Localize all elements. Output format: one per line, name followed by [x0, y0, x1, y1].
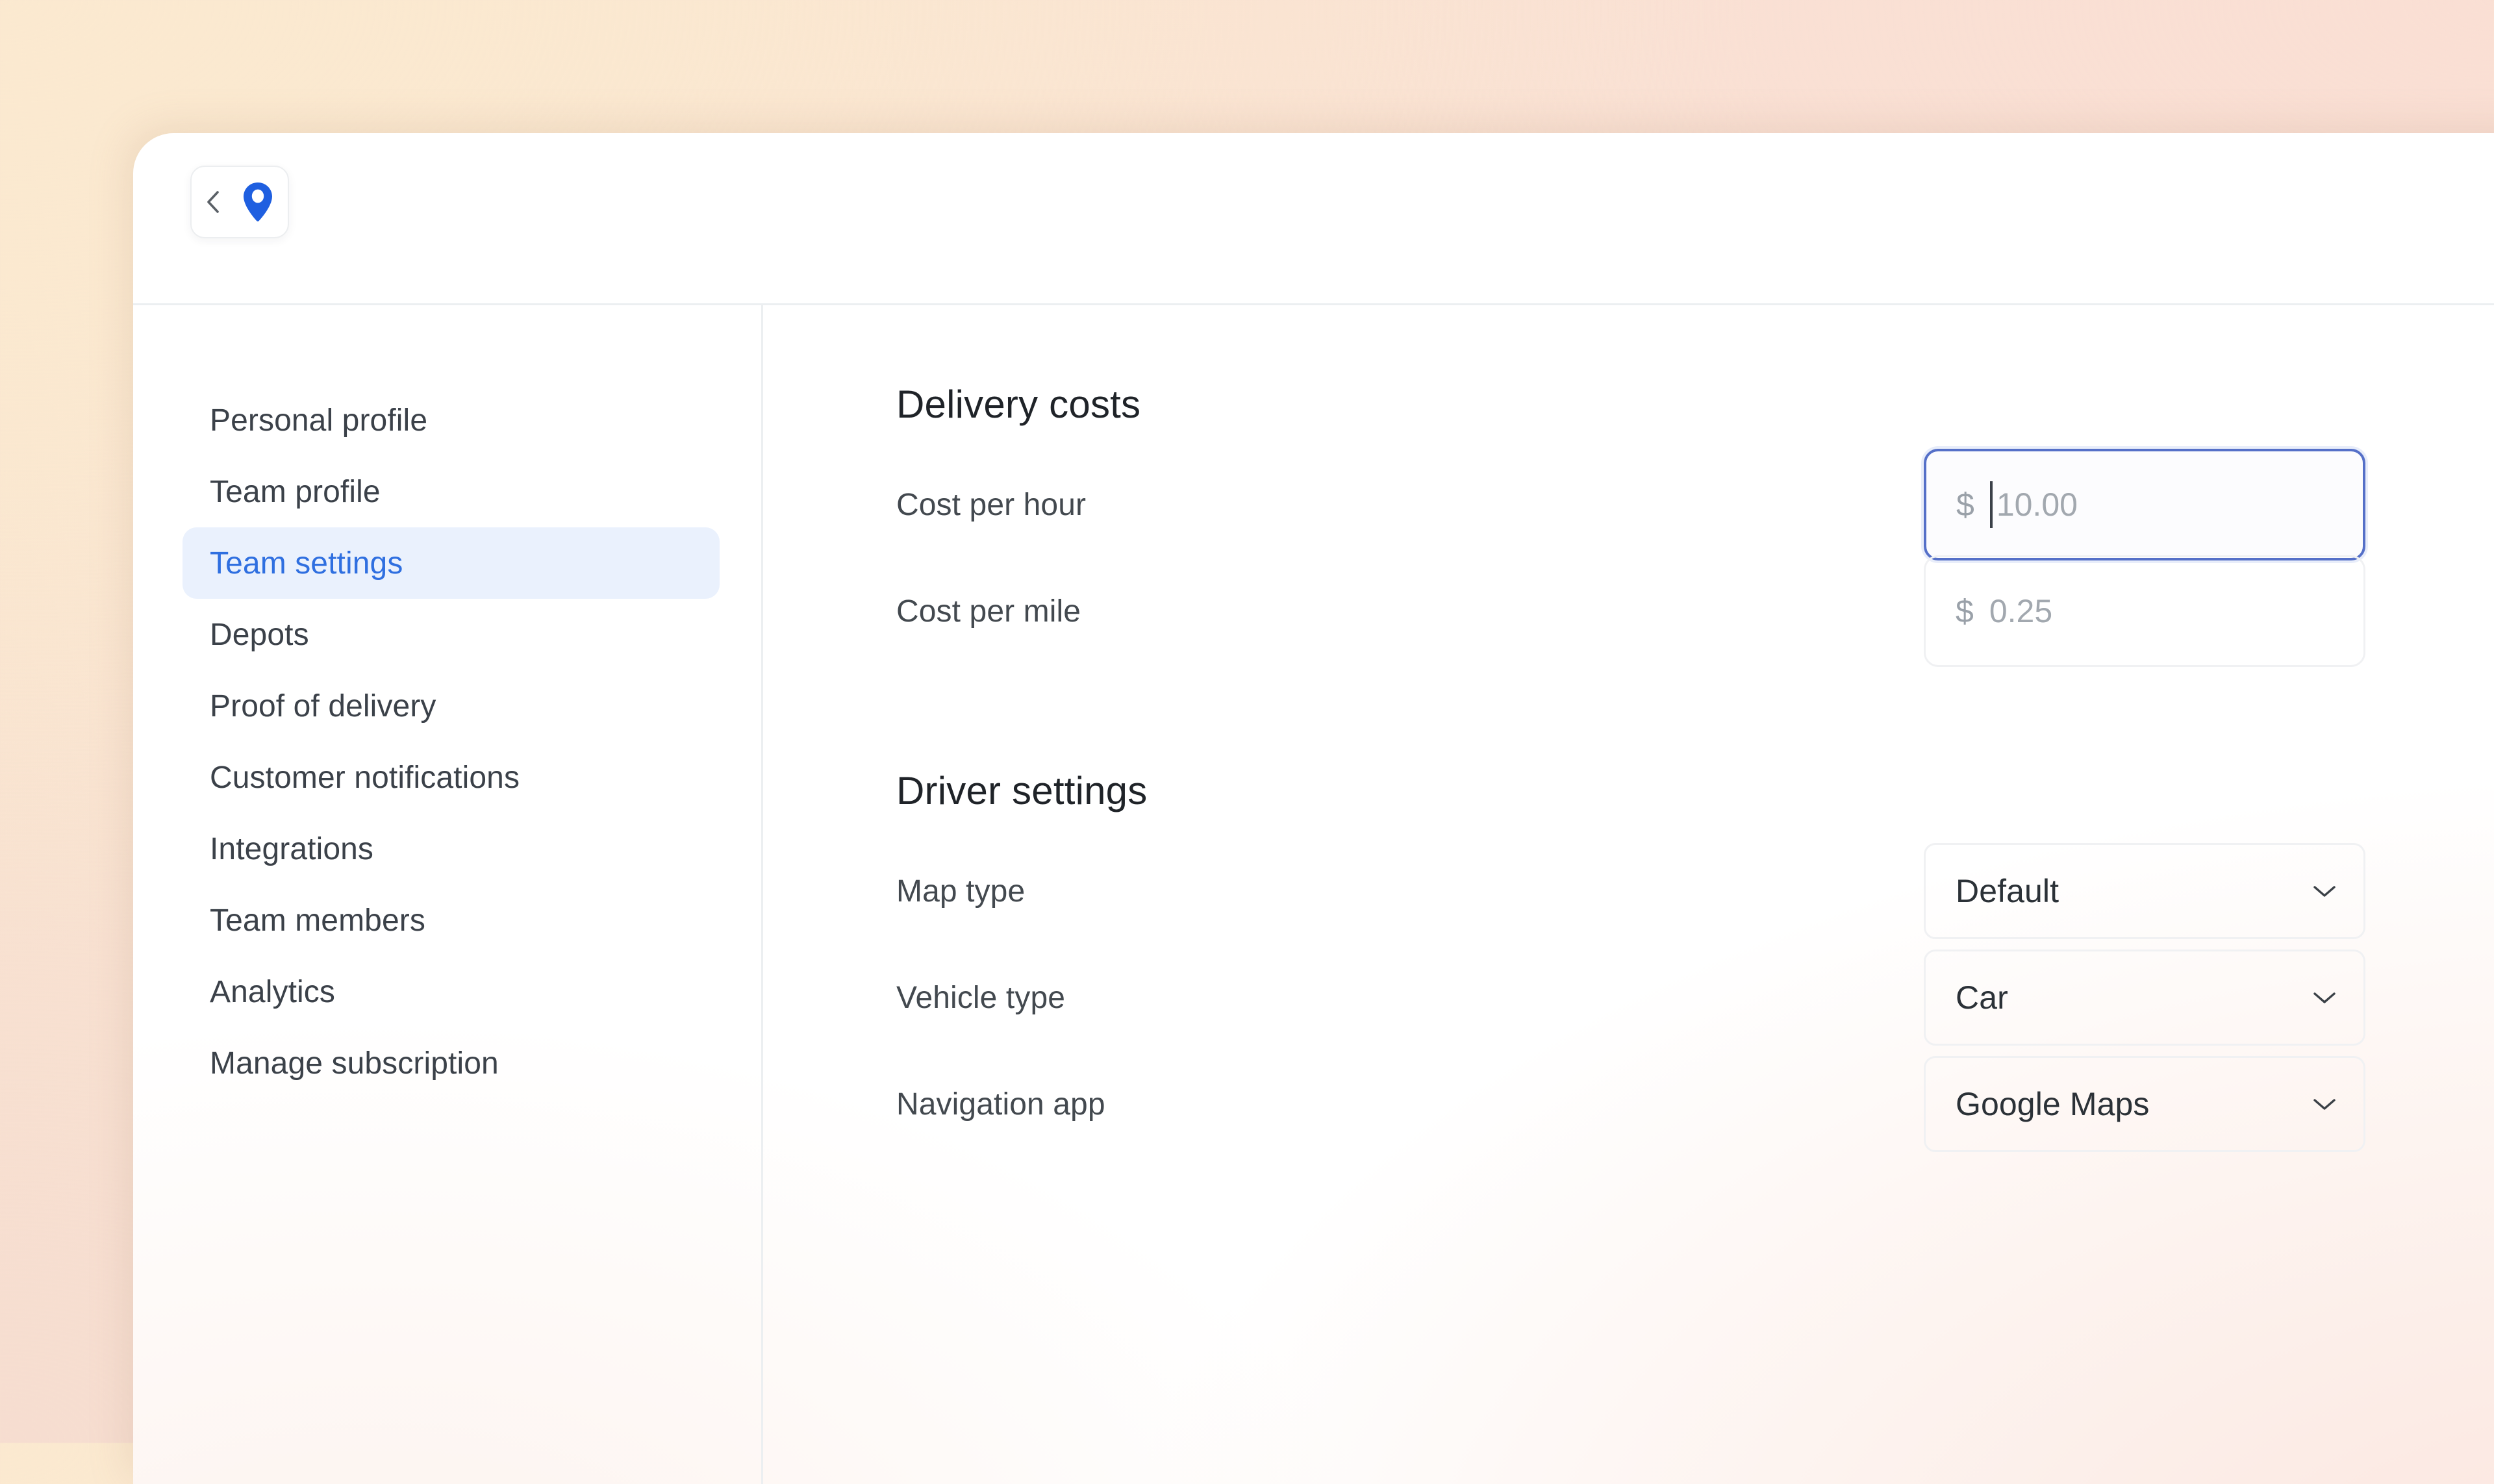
settings-main-panel: Delivery costs Cost per hour $ 10.00 Cos… — [763, 305, 2494, 1484]
field-control-cost-per-hour: $ 10.00 — [1924, 449, 2365, 560]
sidebar-item-analytics[interactable]: Analytics — [183, 956, 720, 1027]
field-control-cost-per-mile: $ 0.25 — [1924, 555, 2365, 667]
sidebar-item-label: Analytics — [210, 974, 335, 1009]
field-control-vehicle-type: Car — [1924, 950, 2365, 1046]
navigation-app-selected-value: Google Maps — [1956, 1086, 2150, 1122]
sidebar-item-manage-subscription[interactable]: Manage subscription — [183, 1027, 720, 1099]
sidebar-item-label: Integrations — [210, 831, 374, 866]
sidebar-item-label: Manage subscription — [210, 1046, 499, 1081]
sidebar-item-label: Proof of delivery — [210, 688, 436, 723]
navigation-app-select[interactable]: Google Maps — [1924, 1056, 2365, 1152]
sidebar-item-label: Team profile — [210, 474, 381, 509]
sidebar-item-label: Team members — [210, 903, 425, 938]
text-caret — [1989, 481, 1993, 528]
currency-symbol: $ — [1956, 593, 1974, 629]
vehicle-type-selected-value: Car — [1956, 979, 2008, 1016]
vehicle-type-select[interactable]: Car — [1924, 950, 2365, 1046]
section-title-driver-settings: Driver settings — [896, 769, 1148, 812]
sidebar-item-personal-profile[interactable]: Personal profile — [183, 384, 720, 456]
field-label-cost-per-hour: Cost per hour — [896, 487, 1087, 522]
settings-sidebar: Personal profile Team profile Team setti… — [133, 305, 763, 1484]
field-row-vehicle-type: Vehicle type Car — [896, 950, 2494, 1046]
cost-per-hour-input[interactable]: $ 10.00 — [1924, 449, 2365, 560]
app-topbar — [133, 133, 2494, 305]
back-and-logo-button[interactable] — [190, 166, 289, 238]
sidebar-item-label: Personal profile — [210, 403, 428, 438]
chevron-down-icon[interactable] — [2311, 1096, 2337, 1113]
field-row-cost-per-mile: Cost per mile $ 0.25 — [896, 555, 2494, 667]
map-type-select[interactable]: Default — [1924, 843, 2365, 939]
cost-per-hour-value: 10.00 — [1996, 486, 2078, 523]
sidebar-item-proof-of-delivery[interactable]: Proof of delivery — [183, 670, 720, 742]
field-label-vehicle-type: Vehicle type — [896, 980, 1066, 1015]
sidebar-item-integrations[interactable]: Integrations — [183, 813, 720, 885]
field-control-navigation-app: Google Maps — [1924, 1056, 2365, 1152]
field-label-navigation-app: Navigation app — [896, 1087, 1105, 1122]
sidebar-item-team-profile[interactable]: Team profile — [183, 456, 720, 527]
field-row-navigation-app: Navigation app Google Maps — [896, 1056, 2494, 1152]
sidebar-item-label: Depots — [210, 617, 309, 652]
chevron-down-icon[interactable] — [2311, 989, 2337, 1006]
chevron-down-icon[interactable] — [2311, 883, 2337, 899]
sidebar-item-label: Customer notifications — [210, 760, 520, 795]
field-row-map-type: Map type Default — [896, 843, 2494, 939]
chevron-left-icon[interactable] — [204, 189, 223, 215]
field-label-map-type: Map type — [896, 874, 1026, 909]
sidebar-item-depots[interactable]: Depots — [183, 599, 720, 670]
cost-per-mile-value: 0.25 — [1989, 593, 2053, 629]
map-type-selected-value: Default — [1956, 873, 2059, 909]
app-body: Personal profile Team profile Team setti… — [133, 305, 2494, 1484]
field-row-cost-per-hour: Cost per hour $ 10.00 — [896, 449, 2494, 560]
app-window-card: Personal profile Team profile Team setti… — [133, 133, 2494, 1484]
sidebar-item-customer-notifications[interactable]: Customer notifications — [183, 742, 720, 813]
sidebar-item-team-members[interactable]: Team members — [183, 885, 720, 956]
section-title-delivery-costs: Delivery costs — [896, 383, 1141, 426]
field-label-cost-per-mile: Cost per mile — [896, 594, 1081, 629]
currency-symbol: $ — [1956, 486, 1974, 523]
map-pin-icon — [244, 182, 272, 221]
sidebar-item-team-settings[interactable]: Team settings — [183, 527, 720, 599]
cost-per-mile-input[interactable]: $ 0.25 — [1924, 555, 2365, 667]
field-control-map-type: Default — [1924, 843, 2365, 939]
sidebar-item-label: Team settings — [210, 546, 403, 581]
